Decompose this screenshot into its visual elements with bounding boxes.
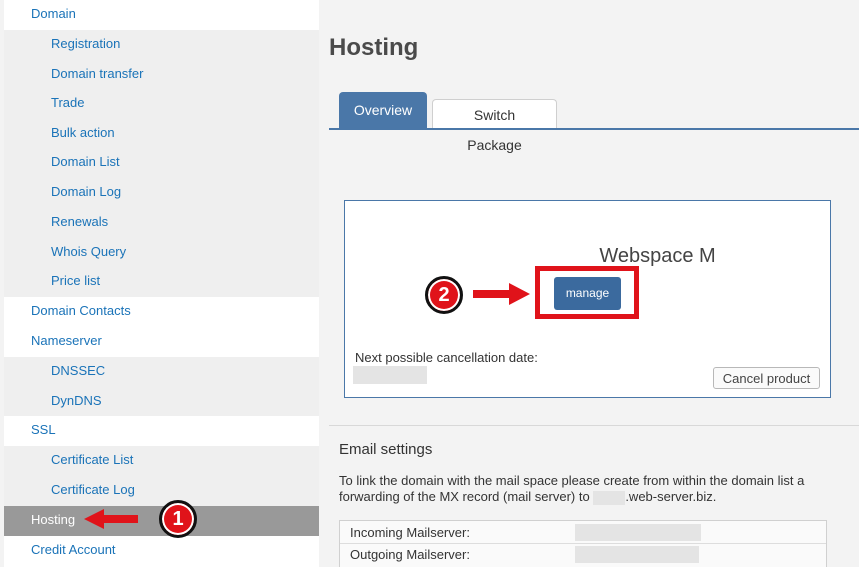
sidebar-item-domain-contacts[interactable]: Domain Contacts — [4, 297, 319, 327]
sidebar-item-whois-query[interactable]: Whois Query — [4, 238, 319, 268]
cancellation-date-label: Next possible cancellation date: — [355, 350, 538, 365]
sidebar-item-bulk-action[interactable]: Bulk action — [4, 119, 319, 149]
sidebar-item-nameserver[interactable]: Nameserver — [4, 327, 319, 357]
email-desc-text-1: To link the domain with the mail space p… — [339, 473, 805, 504]
email-desc-text-2: .web-server.biz. — [625, 489, 717, 504]
sidebar-item-registration[interactable]: Registration — [4, 30, 319, 60]
section-divider — [329, 425, 859, 426]
manage-button[interactable]: manage — [554, 277, 621, 310]
sidebar-item-certificate-list[interactable]: Certificate List — [4, 446, 319, 476]
email-settings-description: To link the domain with the mail space p… — [339, 473, 839, 505]
sidebar-item-certificate-log[interactable]: Certificate Log — [4, 476, 319, 506]
tab-overview[interactable]: Overview — [339, 92, 427, 128]
outgoing-mailserver-label: Outgoing Mailserver: — [350, 547, 470, 562]
redacted-outgoing-server — [575, 546, 699, 563]
sidebar-item-dnssec[interactable]: DNSSEC — [4, 357, 319, 387]
sidebar-item-credit-account[interactable]: Credit Account — [4, 536, 319, 566]
redacted-incoming-server — [575, 524, 701, 541]
annotation-arrow-1-icon — [84, 509, 138, 529]
incoming-mailserver-label: Incoming Mailserver: — [350, 525, 470, 540]
sidebar-item-price-list[interactable]: Price list — [4, 267, 319, 297]
annotation-badge-1: 1 — [159, 500, 197, 538]
sidebar-item-domain-transfer[interactable]: Domain transfer — [4, 60, 319, 90]
mailserver-table: Incoming Mailserver: Outgoing Mailserver… — [339, 520, 827, 567]
page-title: Hosting — [329, 34, 419, 61]
sidebar-item-renewals[interactable]: Renewals — [4, 208, 319, 238]
redacted-server-prefix — [593, 490, 626, 505]
sidebar-item-domain-log[interactable]: Domain Log — [4, 178, 319, 208]
tab-bar: Overview Switch Package — [329, 92, 859, 153]
product-card: Webspace M manage Next possible cancella… — [344, 200, 831, 398]
tab-switch-package[interactable]: Switch Package — [432, 99, 557, 153]
email-settings-title: Email settings — [339, 441, 433, 458]
product-name: Webspace M — [599, 245, 716, 267]
sidebar-item-ssl[interactable]: SSL — [4, 416, 319, 446]
sidebar: Domain Registration Domain transfer Trad… — [4, 0, 319, 567]
redacted-cancellation-date — [353, 366, 427, 384]
annotation-arrow-2-icon — [473, 283, 530, 305]
sidebar-item-domain[interactable]: Domain — [4, 0, 319, 30]
sidebar-item-trade[interactable]: Trade — [4, 89, 319, 119]
sidebar-item-dyndns[interactable]: DynDNS — [4, 387, 319, 417]
annotation-badge-2: 2 — [425, 276, 463, 314]
cancel-product-button[interactable]: Cancel product — [713, 367, 820, 389]
main-content: Hosting Overview Switch Package Webspace… — [319, 0, 859, 567]
manage-highlight: manage — [535, 266, 639, 319]
sidebar-item-domain-list[interactable]: Domain List — [4, 148, 319, 178]
